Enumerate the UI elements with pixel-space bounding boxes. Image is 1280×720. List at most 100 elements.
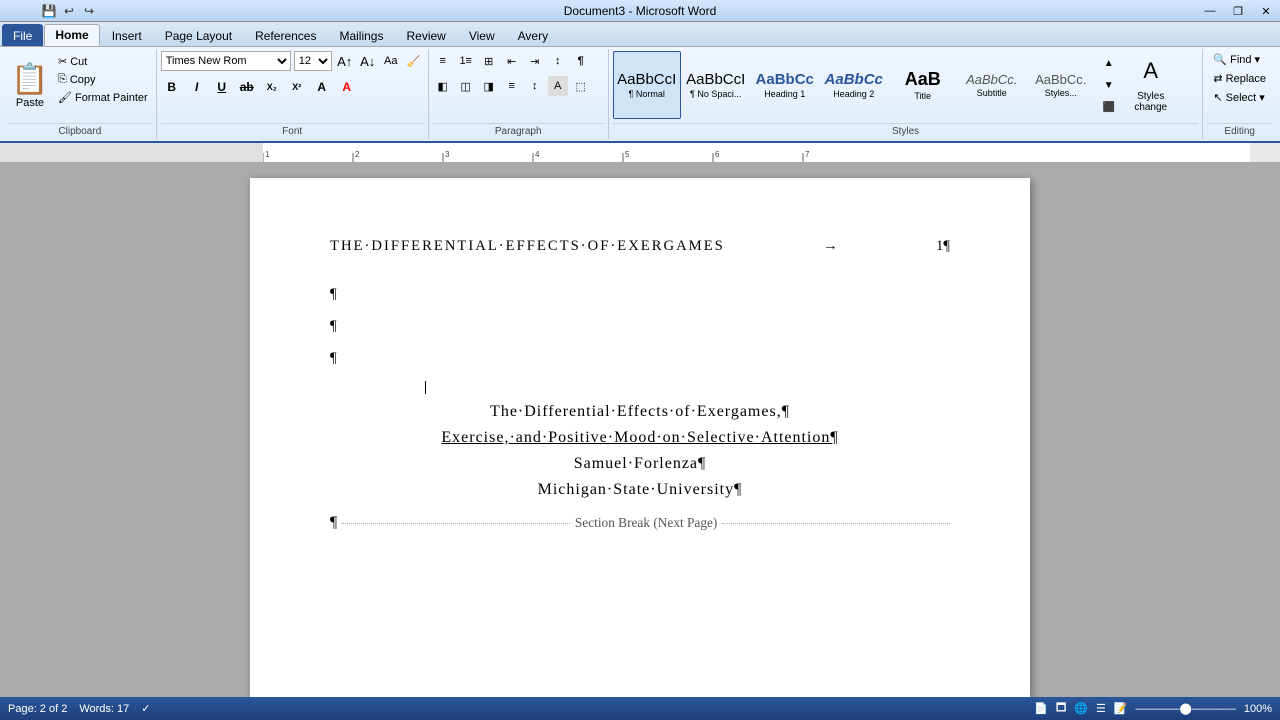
shading-button[interactable]: A [548,76,568,96]
svg-text:1: 1 [265,150,270,159]
line-spacing-button[interactable]: ↕ [525,76,545,96]
style-subtitle[interactable]: AaBbCc. Subtitle [958,51,1026,119]
align-right-button[interactable]: ◨ [479,76,499,96]
view-print[interactable]: 📄 [1034,702,1048,715]
qa-save[interactable]: 💾 [40,2,58,20]
page[interactable]: THE·DIFFERENTIAL·EFFECTS·OF·EXERGAMES → … [250,178,1030,697]
styles-scroll-up[interactable]: ▲ [1099,53,1119,73]
qa-undo[interactable]: ↩ [60,2,78,20]
qa-redo[interactable]: ↪ [80,2,98,20]
borders-button[interactable]: ⬚ [571,76,591,96]
view-full[interactable]: 🗖 [1056,699,1066,718]
change-case-button[interactable]: Aa [381,51,401,71]
font-row1: Times New Rom 12 A↑ A↓ Aa 🧹 [161,51,424,71]
words-info: Words: 17 [79,703,129,715]
bullets-button[interactable]: ≡ [433,51,453,71]
style-heading2[interactable]: AaBbCc Heading 2 [820,51,888,119]
styles-more-button[interactable]: ⬛ [1099,97,1119,117]
tab-home[interactable]: Home [44,24,99,46]
text-highlight-button[interactable]: A [311,76,333,98]
subscript-button[interactable]: X₂ [261,76,283,98]
doc-title-line[interactable]: The·Differential·Effects·of·Exergames,¶ [330,403,950,421]
select-label: Select [1226,92,1257,104]
format-painter-icon: 🖌 [58,91,72,104]
font-size-select[interactable]: 12 [294,51,332,71]
document-body[interactable]: The·Differential·Effects·of·Exergames,¶ … [330,381,950,499]
minimize-button[interactable]: — [1196,0,1224,22]
strikethrough-button[interactable]: ab [236,76,258,98]
title-bar: Document3 - Microsoft Word 💾 ↩ ↪ — ❐ ✕ [0,0,1280,22]
tab-references[interactable]: References [244,24,327,46]
format-painter-button[interactable]: 🖌 Format Painter [54,89,152,106]
style-no-spacing[interactable]: AaBbCcI ¶ No Spaci... [682,51,750,119]
spell-check-icon[interactable]: ✓ [141,702,150,715]
cut-button[interactable]: ✂ Cut [54,53,152,70]
sort-button[interactable]: ↕ [548,51,568,71]
quick-access-toolbar: 💾 ↩ ↪ [40,0,98,22]
doc-institution-line[interactable]: Michigan·State·University¶ [330,481,950,499]
find-button[interactable]: 🔍 Find ▾ [1207,51,1266,68]
underline-button[interactable]: U [211,76,233,98]
numbering-button[interactable]: 1≡ [456,51,476,71]
font-family-select[interactable]: Times New Rom [161,51,291,71]
paste-button[interactable]: 📋 Paste [8,51,52,123]
align-center-button[interactable]: ◫ [456,76,476,96]
style-title[interactable]: AaB Title [889,51,957,119]
close-button[interactable]: ✕ [1252,0,1280,22]
shrink-font-button[interactable]: A↓ [358,51,378,71]
doc-subtitle-line[interactable]: Exercise,·and·Positive·Mood·on·Selective… [330,429,950,447]
replace-button[interactable]: ⇄ Replace [1207,70,1272,87]
font-color-button[interactable]: A [336,76,358,98]
copy-button[interactable]: ⎘ Copy [54,71,152,88]
find-label: Find [1230,54,1251,66]
tab-file[interactable]: File [2,24,43,46]
select-button[interactable]: ↖ Select ▾ [1207,89,1270,106]
styles-group-label: Styles [613,123,1199,137]
zoom-level: 100% [1244,703,1272,715]
style-title-preview: AaB [905,69,941,91]
para-row1: ≡ 1≡ ⊞ ⇤ ⇥ ↕ ¶ [433,51,591,71]
style-more[interactable]: AaBbCc. Styles... [1027,51,1095,119]
view-outline[interactable]: ☰ [1096,702,1106,715]
styles-scroll-down[interactable]: ▼ [1099,75,1119,95]
justify-button[interactable]: ≡ [502,76,522,96]
view-web[interactable]: 🌐 [1074,702,1088,715]
change-styles-label: Styles change [1127,91,1175,113]
doc-author-line[interactable]: Samuel·Forlenza¶ [330,455,950,473]
doc-institution-text: Michigan·State·University¶ [538,481,743,498]
style-subtitle-preview: AaBbCc. [966,72,1017,88]
zoom-slider[interactable]: ————⬤———— [1136,702,1236,715]
increase-indent-button[interactable]: ⇥ [525,51,545,71]
para-row2: ◧ ◫ ◨ ≡ ↕ A ⬚ [433,76,591,96]
editing-group: 🔍 Find ▾ ⇄ Replace ↖ Select ▾ Editing [1203,49,1276,139]
change-styles-icon: A [1143,58,1158,84]
document-area[interactable]: THE·DIFFERENTIAL·EFFECTS·OF·EXERGAMES → … [0,163,1280,697]
paste-icon: 📋 [11,65,48,95]
style-heading2-label: Heading 2 [833,89,874,99]
multilevel-list-button[interactable]: ⊞ [479,51,499,71]
tab-review[interactable]: Review [395,24,456,46]
italic-button[interactable]: I [186,76,208,98]
find-arrow: ▾ [1255,53,1261,66]
style-heading1[interactable]: AaBbCc Heading 1 [751,51,819,119]
grow-font-button[interactable]: A↑ [335,51,355,71]
tab-page-layout[interactable]: Page Layout [154,24,243,46]
decrease-indent-button[interactable]: ⇤ [502,51,522,71]
restore-button[interactable]: ❐ [1224,0,1252,22]
align-left-button[interactable]: ◧ [433,76,453,96]
style-normal[interactable]: AaBbCcI ¶ Normal [613,51,681,119]
change-styles-button[interactable]: A [1127,51,1175,91]
cut-label: Cut [70,56,87,68]
show-hide-button[interactable]: ¶ [571,51,591,71]
paragraph-group-label: Paragraph [433,123,604,137]
bold-button[interactable]: B [161,76,183,98]
tab-insert[interactable]: Insert [101,24,153,46]
superscript-button[interactable]: X² [286,76,308,98]
style-no-spacing-preview: AaBbCcI [686,71,745,89]
tab-avery[interactable]: Avery [507,24,559,46]
tab-mailings[interactable]: Mailings [328,24,394,46]
section-break-container: ¶ Section Break (Next Page) [330,514,950,532]
tab-view[interactable]: View [458,24,506,46]
clear-format-button[interactable]: 🧹 [404,51,424,71]
view-draft[interactable]: 📝 [1114,702,1128,715]
